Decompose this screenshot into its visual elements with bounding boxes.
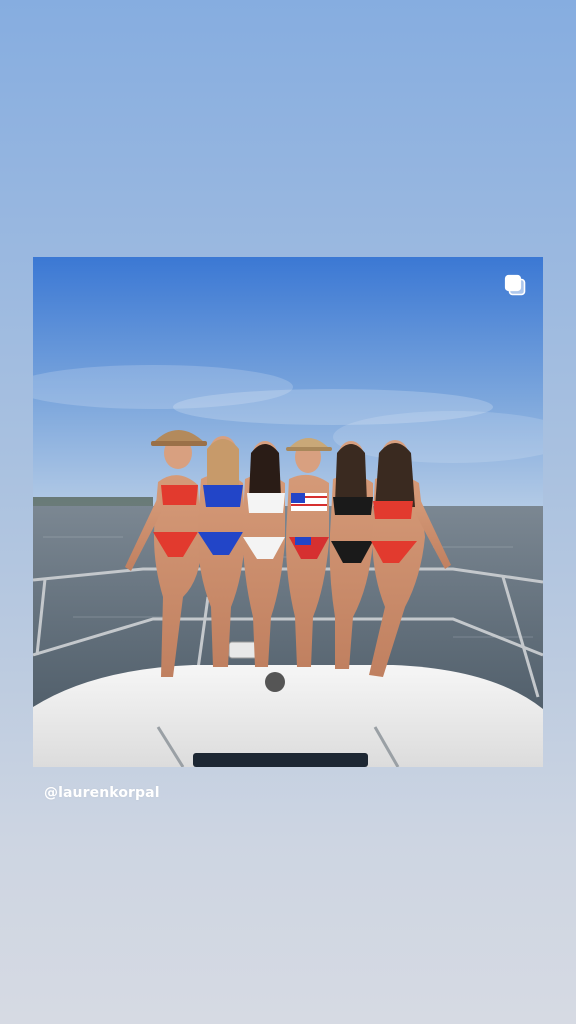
carousel-multiple-icon <box>503 273 527 297</box>
shoreline <box>33 497 153 507</box>
boat-group-photo <box>33 257 543 767</box>
mention-sticker[interactable]: @laurenkorpal <box>44 785 160 801</box>
shared-post-photo[interactable] <box>33 257 543 767</box>
boat-deck <box>33 665 543 767</box>
story-view: @laurenkorpal <box>0 0 576 1024</box>
